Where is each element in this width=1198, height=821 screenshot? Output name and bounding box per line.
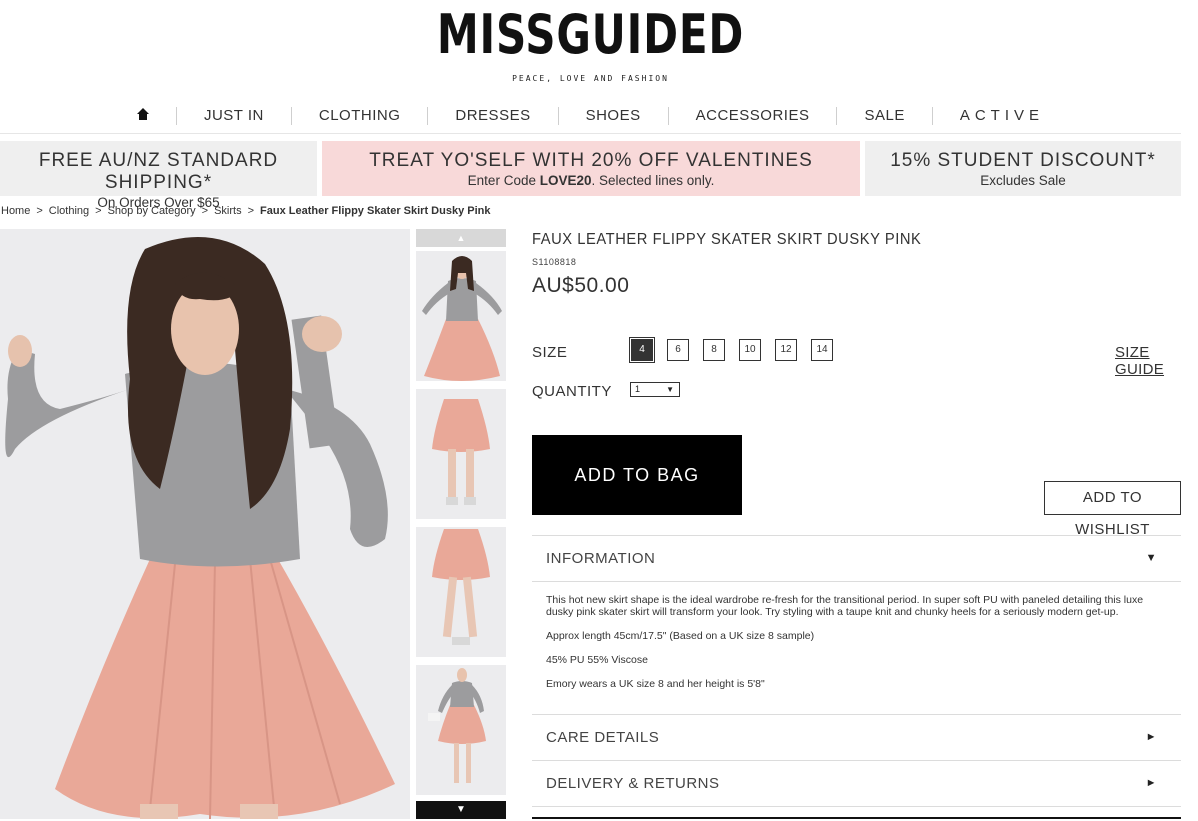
size-option-6[interactable]: 6 bbox=[667, 339, 689, 361]
main-nav: JUST IN CLOTHING DRESSES SHOES ACCESSORI… bbox=[0, 98, 1181, 134]
thumbnail-image bbox=[416, 665, 506, 795]
nav-clothing[interactable]: CLOTHING bbox=[290, 106, 428, 125]
delivery-returns-header[interactable]: DELIVERY & RETURNS ► bbox=[532, 761, 1181, 806]
nav-active[interactable]: ACTIVE bbox=[931, 106, 1071, 125]
promo-detail-before: Enter Code bbox=[467, 173, 540, 188]
nav-sale[interactable]: SALE bbox=[836, 106, 931, 125]
site-header: MISSGUIDED PEACE, LOVE AND FASHION bbox=[0, 0, 1198, 98]
breadcrumb-separator: > bbox=[36, 205, 43, 217]
breadcrumb: Home > Clothing > Shop by Category > Skirts > Fa… bbox=[1, 205, 490, 217]
expand-arrow-icon[interactable]: ► bbox=[1146, 715, 1157, 760]
breadcrumb-separator: > bbox=[95, 205, 102, 217]
nav-home[interactable] bbox=[110, 107, 176, 125]
brand-logo[interactable]: MISSGUIDED bbox=[130, 3, 1051, 66]
care-details-section[interactable]: CARE DETAILS ► bbox=[532, 714, 1181, 761]
product-details: FAUX LEATHER FLIPPY SKATER SKIRT DUSKY P… bbox=[532, 229, 1182, 298]
divider bbox=[532, 817, 1181, 821]
composition-text: 45% PU 55% Viscose bbox=[546, 654, 648, 666]
quantity-select[interactable]: 1 ▼ bbox=[630, 382, 680, 397]
breadcrumb-clothing[interactable]: Clothing bbox=[49, 205, 89, 217]
thumbnail-down-button[interactable]: ▼ bbox=[416, 801, 506, 819]
care-details-title: CARE DETAILS bbox=[546, 729, 660, 746]
promo-student[interactable]: 15% STUDENT DISCOUNT* Excludes Sale bbox=[865, 141, 1181, 196]
size-option-8[interactable]: 8 bbox=[703, 339, 725, 361]
size-option-14[interactable]: 14 bbox=[811, 339, 833, 361]
product-code: S1108818 bbox=[532, 257, 577, 267]
care-details-header[interactable]: CARE DETAILS ► bbox=[532, 715, 1181, 760]
thumbnail-image bbox=[416, 389, 506, 519]
brand-tagline: PEACE, LOVE AND FASHION bbox=[512, 74, 669, 83]
nav-accessories[interactable]: ACCESSORIES bbox=[667, 106, 837, 125]
collapse-arrow-icon[interactable]: ▼ bbox=[1146, 536, 1157, 581]
delivery-returns-title: DELIVERY & RETURNS bbox=[546, 775, 720, 792]
delivery-returns-section[interactable]: DELIVERY & RETURNS ► bbox=[532, 760, 1181, 807]
nav-shoes[interactable]: SHOES bbox=[557, 106, 668, 125]
promo-headline: TREAT YO'SELF WITH 20% OFF VALENTINES bbox=[369, 150, 813, 171]
size-option-10[interactable]: 10 bbox=[739, 339, 761, 361]
promo-headline: 15% STUDENT DISCOUNT* bbox=[890, 150, 1156, 171]
breadcrumb-shop-by-category[interactable]: Shop by Category bbox=[108, 205, 196, 217]
size-option-4[interactable]: 4 bbox=[629, 337, 655, 363]
model-photo bbox=[0, 229, 410, 819]
add-to-wishlist-button[interactable]: ADD TO WISHLIST bbox=[1044, 481, 1181, 538]
information-title: INFORMATION bbox=[546, 550, 656, 567]
product-price: AU$50.00 bbox=[532, 274, 630, 297]
promo-detail: Enter Code LOVE20. Selected lines only. bbox=[322, 173, 860, 188]
thumbnail-up-button[interactable]: ▲ bbox=[416, 229, 506, 247]
breadcrumb-separator: > bbox=[201, 205, 209, 217]
promo-headline: FREE AU/NZ STANDARD SHIPPING* bbox=[38, 150, 279, 193]
size-label: SIZE bbox=[532, 344, 568, 361]
product-title: FAUX LEATHER FLIPPY SKATER SKIRT DUSKY P… bbox=[532, 231, 922, 248]
quantity-value: 1 bbox=[635, 384, 641, 394]
home-icon[interactable] bbox=[136, 107, 149, 120]
main-product-image[interactable] bbox=[0, 229, 410, 819]
quantity-label: QUANTITY bbox=[532, 383, 612, 400]
promo-shipping[interactable]: FREE AU/NZ STANDARD SHIPPING* On Orders … bbox=[0, 141, 317, 210]
thumbnail-gallery: ▲ ▼ bbox=[416, 229, 506, 819]
breadcrumb-skirts[interactable]: Skirts bbox=[214, 205, 242, 217]
description-text: This hot new skirt shape is the ideal wa… bbox=[546, 594, 1144, 618]
add-to-bag-button[interactable]: ADD TO BAG bbox=[532, 435, 742, 515]
breadcrumb-separator: > bbox=[247, 205, 255, 217]
breadcrumb-current: Faux Leather Flippy Skater Skirt Dusky P… bbox=[260, 205, 491, 217]
thumbnail-1[interactable] bbox=[416, 251, 506, 381]
dropdown-arrow-icon: ▼ bbox=[666, 385, 674, 394]
information-body: This hot new skirt shape is the ideal wa… bbox=[532, 581, 1181, 690]
nav-dresses[interactable]: DRESSES bbox=[427, 106, 557, 125]
information-header[interactable]: INFORMATION ▼ bbox=[532, 536, 1181, 581]
expand-arrow-icon[interactable]: ► bbox=[1146, 761, 1157, 806]
nav-just-in[interactable]: JUST IN bbox=[175, 106, 291, 125]
thumbnail-4[interactable] bbox=[416, 665, 506, 795]
thumbnail-2[interactable] bbox=[416, 389, 506, 519]
breadcrumb-home[interactable]: Home bbox=[1, 205, 30, 217]
promo-valentines[interactable]: TREAT YO'SELF WITH 20% OFF VALENTINES En… bbox=[322, 141, 860, 196]
length-text: Approx length 45cm/17.5" (Based on a UK … bbox=[546, 630, 815, 642]
model-size-text: Emory wears a UK size 8 and her height i… bbox=[546, 678, 765, 690]
thumbnail-image bbox=[416, 527, 506, 657]
promo-code: LOVE20 bbox=[539, 173, 592, 188]
size-option-12[interactable]: 12 bbox=[775, 339, 797, 361]
promo-detail-after: . Selected lines only. bbox=[591, 173, 715, 188]
promo-detail: Excludes Sale bbox=[980, 173, 1066, 188]
information-section: INFORMATION ▼ This hot new skirt shape i… bbox=[532, 535, 1181, 715]
size-selector: 4 6 8 10 12 14 bbox=[629, 337, 847, 363]
thumbnail-image bbox=[416, 251, 506, 381]
thumbnail-3[interactable] bbox=[416, 527, 506, 657]
size-guide-link[interactable]: SIZE GUIDE bbox=[1115, 344, 1198, 378]
